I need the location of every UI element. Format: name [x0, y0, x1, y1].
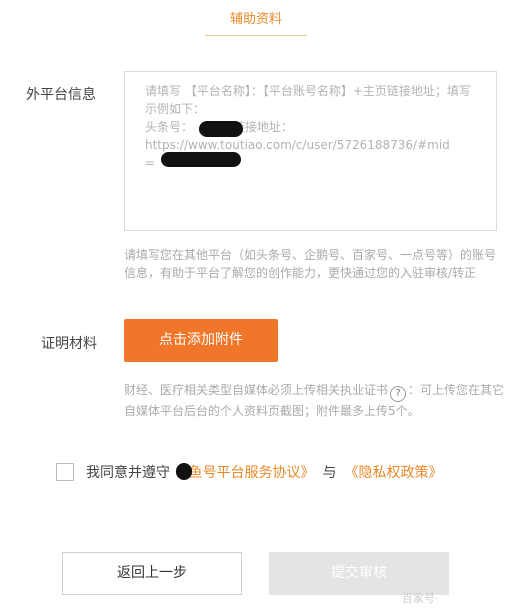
- submit-review-button[interactable]: 提交审核: [269, 552, 449, 595]
- agree-checkbox[interactable]: [56, 463, 74, 481]
- platform-info-hint: 请填写您在其他平台（如头条号、企鹅号、百家号、一点号等）的账号信息，有助于平台了…: [124, 248, 497, 280]
- agreement-joiner: 与: [322, 465, 337, 481]
- privacy-policy-link[interactable]: 《隐私权政策》: [344, 462, 442, 482]
- proof-hint-text: 财经、医疗相关类型自媒体必须上传相关执业证书: [124, 383, 389, 397]
- service-agreement-link[interactable]: 《 鱼号平台服务协议》: [170, 462, 314, 482]
- proof-label: 证明材料: [41, 336, 97, 352]
- agreement-row: 我同意并遵守 《 鱼号平台服务协议》 与 《隐私权政策》: [56, 462, 442, 482]
- redaction-mark: [199, 121, 243, 137]
- back-button[interactable]: 返回上一步: [62, 552, 242, 595]
- add-attachment-button[interactable]: 点击添加附件: [124, 319, 278, 362]
- tab-label: 辅助资料: [229, 12, 282, 27]
- help-icon[interactable]: ?: [390, 386, 407, 402]
- platform-info-textarea[interactable]: 请填写 【平台名称】：【平台账号名称】+主页链接地址；填写示例如下： 头条号： …: [124, 71, 497, 231]
- platform-info-label: 外平台信息: [26, 87, 96, 103]
- agreement-prefix: 我同意并遵守: [86, 465, 170, 481]
- proof-hint: 财经、医疗相关类型自媒体必须上传相关执业证书? ：可上传您在其它自媒体平台后台的个…: [124, 381, 508, 420]
- watermark: 百家号·: [402, 592, 439, 605]
- redaction-mark: [161, 152, 241, 167]
- redaction-mark: [176, 463, 192, 480]
- tab-auxiliary-info[interactable]: 辅助资料: [205, 10, 307, 36]
- tab-underline: [205, 35, 307, 36]
